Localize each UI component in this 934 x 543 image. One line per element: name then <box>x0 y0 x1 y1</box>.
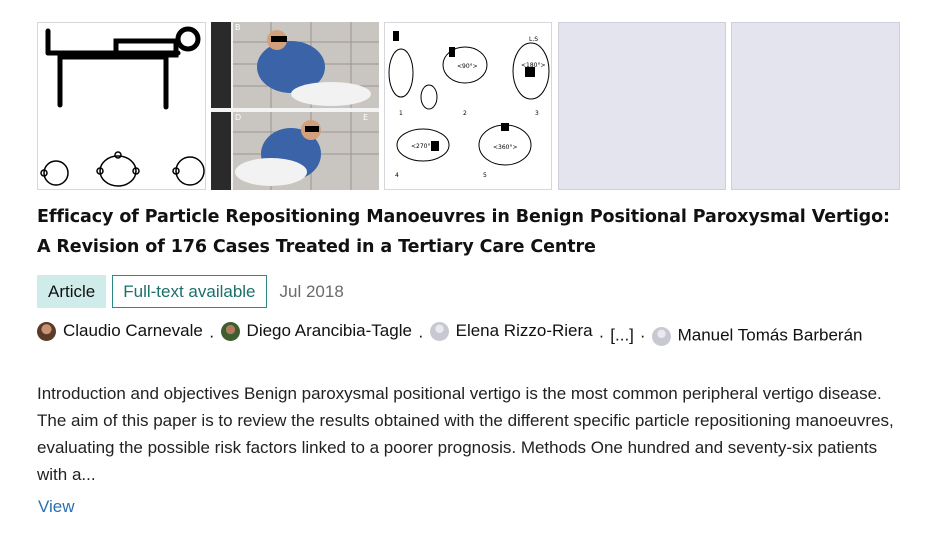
label-4: 4 <box>395 172 399 179</box>
author-separator: · <box>598 325 605 345</box>
type-badge: Article <box>37 275 107 308</box>
figure-thumbnails: B D E <90°> <180°> <270°> <360°> L.S 1 2… <box>37 22 900 190</box>
abstract-snippet: Introduction and objectives Benign parox… <box>37 384 894 484</box>
author-name: Elena Rizzo-Riera <box>455 321 593 340</box>
label-270: <270°> <box>411 143 436 150</box>
label-ls: L.S <box>529 36 538 43</box>
figure-thumbnail-placeholder-2[interactable] <box>731 22 900 190</box>
label-5: 5 <box>483 172 487 179</box>
author-avatar <box>651 326 671 346</box>
figure-thumbnail-2[interactable]: B D E <box>211 22 379 190</box>
label-360: <360°> <box>493 144 518 151</box>
panel-letter-b: B <box>235 23 241 32</box>
author-separator: · <box>639 325 646 345</box>
publication-meta: Article Full-text available Jul 2018 <box>37 275 344 308</box>
panel-letter-e: E <box>363 113 368 122</box>
label-2: 2 <box>463 110 467 117</box>
author-avatar <box>220 321 240 341</box>
author-4[interactable]: Manuel Tomás Barberán <box>678 326 863 345</box>
author-separator: · <box>417 325 424 345</box>
figure-thumbnail-1[interactable] <box>37 22 206 190</box>
author-separator: · <box>208 325 215 345</box>
more-authors[interactable]: [...] <box>610 326 634 345</box>
author-list: Claudio Carnevale · Diego Arancibia-Tagl… <box>37 319 907 348</box>
author-1[interactable]: Claudio Carnevale <box>37 319 203 343</box>
author-avatar <box>429 321 449 341</box>
author-2[interactable]: Diego Arancibia-Tagle <box>220 319 412 343</box>
author-3[interactable]: Elena Rizzo-Riera <box>429 319 593 343</box>
publication-date: Jul 2018 <box>279 281 344 301</box>
publication-title[interactable]: Efficacy of Particle Repositioning Manoe… <box>37 202 907 262</box>
label-90: <90°> <box>457 63 478 70</box>
figure-thumbnail-placeholder-1[interactable] <box>558 22 726 190</box>
panel-letter-d: D <box>235 113 241 122</box>
figure-thumbnail-3[interactable]: <90°> <180°> <270°> <360°> L.S 1 2 3 4 5 <box>384 22 552 190</box>
fulltext-badge: Full-text available <box>112 275 267 308</box>
label-180: <180°> <box>521 62 546 69</box>
label-3: 3 <box>535 110 539 117</box>
label-1: 1 <box>399 110 403 117</box>
author-name: Diego Arancibia-Tagle <box>246 321 412 340</box>
author-name: Claudio Carnevale <box>63 321 203 340</box>
view-link[interactable]: View <box>38 497 75 517</box>
author-avatar <box>37 321 56 341</box>
